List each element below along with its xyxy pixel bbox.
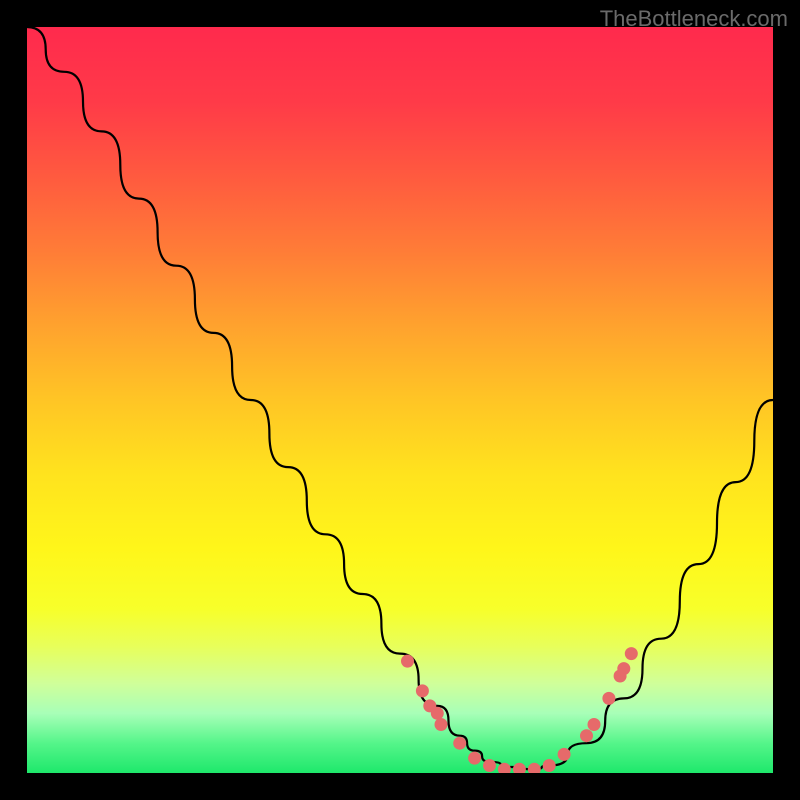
curve-marker: [401, 655, 414, 668]
curve-marker: [435, 718, 448, 731]
curve-marker: [617, 662, 630, 675]
curve-marker: [625, 647, 638, 660]
curve-marker: [453, 737, 466, 750]
chart-svg: [27, 27, 773, 773]
curve-marker: [528, 763, 541, 773]
curve-marker: [588, 718, 601, 731]
curve-marker: [558, 748, 571, 761]
curve-marker: [431, 707, 444, 720]
curve-marker: [483, 759, 496, 772]
curve-markers: [401, 647, 638, 773]
chart-plot-area: [27, 27, 773, 773]
curve-marker: [513, 763, 526, 773]
curve-marker: [580, 729, 593, 742]
bottleneck-curve-line: [27, 27, 773, 769]
curve-marker: [602, 692, 615, 705]
curve-marker: [416, 684, 429, 697]
curve-marker: [543, 759, 556, 772]
curve-marker: [468, 752, 481, 765]
watermark-text: TheBottleneck.com: [600, 6, 788, 32]
